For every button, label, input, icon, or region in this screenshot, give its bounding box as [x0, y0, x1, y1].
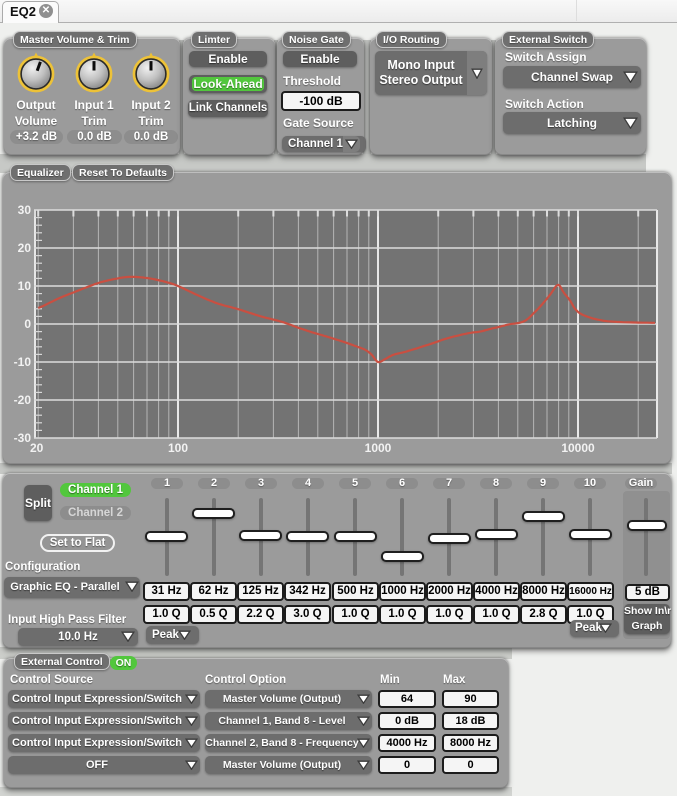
svg-text:1000: 1000 — [365, 441, 392, 455]
svg-text:10: 10 — [18, 279, 32, 293]
svg-text:20: 20 — [18, 241, 32, 255]
svg-text:10000: 10000 — [561, 441, 595, 455]
svg-text:100: 100 — [168, 441, 188, 455]
svg-text:-20: -20 — [14, 393, 32, 407]
svg-text:-30: -30 — [14, 431, 32, 445]
svg-text:0: 0 — [24, 317, 31, 331]
svg-text:20: 20 — [30, 441, 44, 455]
svg-text:30: 30 — [18, 203, 32, 217]
svg-text:-10: -10 — [14, 355, 32, 369]
